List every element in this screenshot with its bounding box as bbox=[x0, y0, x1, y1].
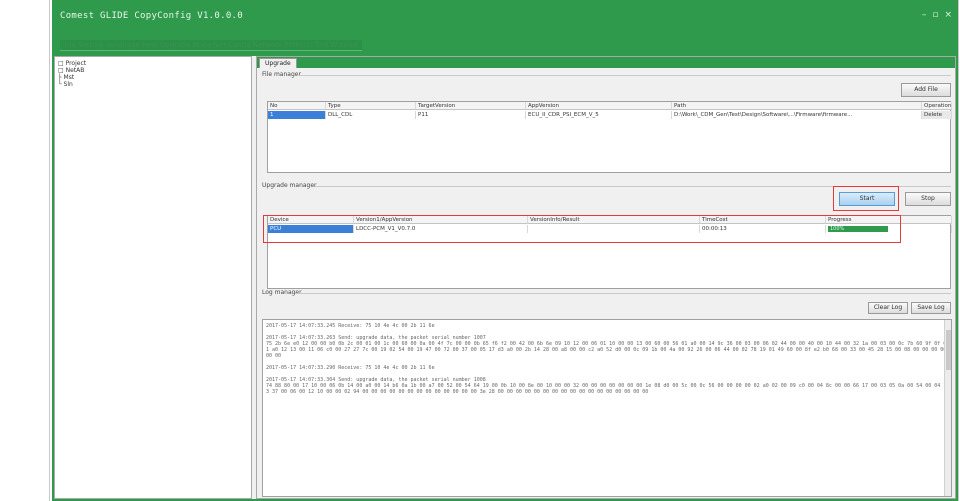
log-scrollbar[interactable] bbox=[944, 320, 951, 496]
log-entry: 2017-05-17 14:07:33.290 Receive: 75 10 4… bbox=[266, 365, 435, 371]
column-header-operation: Operation bbox=[922, 102, 952, 110]
start-button-highlight bbox=[833, 186, 899, 211]
column-header-type: Type bbox=[326, 102, 416, 110]
column-header-path: Path bbox=[672, 102, 922, 110]
delete-button[interactable]: Delete bbox=[922, 111, 952, 119]
app-window: Comest GLIDE CopyConfig V1.0.0.0 – ▫ × F… bbox=[52, 0, 958, 501]
tree-item-root[interactable]: □ Project bbox=[58, 60, 248, 67]
table-row[interactable]: 1 DLL_CDL P11 ECU_II_CDR_PSI_ECM_V_5 D:\… bbox=[268, 111, 952, 119]
add-file-button[interactable]: Add File bbox=[901, 83, 951, 97]
menu-bar: File Setting Language Help Upgrade Mode … bbox=[52, 34, 958, 56]
app-body: □ Project □ NetAB ├ Mst └ Sln Upgrade Fi… bbox=[54, 56, 956, 499]
project-tree: □ Project □ NetAB ├ Mst └ Sln bbox=[54, 56, 252, 499]
file-grid-header: No Type TargetVersion AppVersion Path Op… bbox=[268, 102, 952, 110]
log-entry: 2017-05-17 14:07:33.304 Send: upgrade da… bbox=[266, 377, 946, 395]
upgrade-manager-label: Upgrade manager bbox=[262, 182, 317, 189]
main-panel: Upgrade File manager Add File No Type Ta… bbox=[256, 56, 956, 499]
tab-strip: Upgrade bbox=[257, 57, 955, 68]
close-icon[interactable]: × bbox=[944, 10, 952, 20]
column-header-app-version: AppVersion bbox=[526, 102, 672, 110]
cell-type[interactable]: DLL_CDL bbox=[326, 111, 416, 119]
cell-no[interactable]: 1 bbox=[268, 111, 326, 119]
file-manager-divider bbox=[297, 75, 951, 76]
window-title: Comest GLIDE CopyConfig V1.0.0.0 bbox=[60, 11, 243, 21]
column-header-no: No bbox=[268, 102, 326, 110]
upgrade-row-highlight bbox=[263, 215, 901, 243]
save-log-button[interactable]: Save Log bbox=[911, 302, 951, 314]
clear-log-button[interactable]: Clear Log bbox=[868, 302, 908, 314]
window-controls: – ▫ × bbox=[922, 10, 952, 20]
title-bar: Comest GLIDE CopyConfig V1.0.0.0 – ▫ × bbox=[52, 0, 958, 34]
maximize-icon[interactable]: ▫ bbox=[932, 10, 938, 20]
cell-app-version[interactable]: ECU_II_CDR_PSI_ECM_V_5 bbox=[526, 111, 672, 119]
log-entry: 2017-05-17 14:07:33.245 Receive: 75 10 4… bbox=[266, 323, 435, 329]
file-grid: No Type TargetVersion AppVersion Path Op… bbox=[267, 101, 952, 173]
column-header-target-version: TargetVersion bbox=[416, 102, 526, 110]
scroll-thumb[interactable] bbox=[946, 330, 951, 370]
tree-item-netab[interactable]: □ NetAB bbox=[58, 67, 248, 74]
log-manager-divider bbox=[295, 293, 951, 294]
tree-item-mst[interactable]: ├ Mst bbox=[58, 74, 248, 81]
stop-button[interactable]: Stop bbox=[905, 192, 951, 206]
file-manager-label: File manager bbox=[262, 71, 301, 78]
tab-upgrade[interactable]: Upgrade bbox=[259, 58, 297, 68]
menu-strip[interactable]: File Setting Language Help Upgrade Mode … bbox=[60, 40, 363, 51]
tree-item-sln[interactable]: └ Sln bbox=[58, 81, 248, 88]
cell-path[interactable]: D:\Work\_CDM_Gen\Test\Design\Software\..… bbox=[672, 111, 922, 119]
log-entry: 2017-05-17 14:07:33.263 Send: upgrade da… bbox=[266, 335, 946, 359]
cell-target-version[interactable]: P11 bbox=[416, 111, 526, 119]
log-output[interactable]: 2017-05-17 14:07:33.245 Receive: 75 10 4… bbox=[262, 319, 952, 497]
minimize-icon[interactable]: – bbox=[922, 10, 927, 20]
